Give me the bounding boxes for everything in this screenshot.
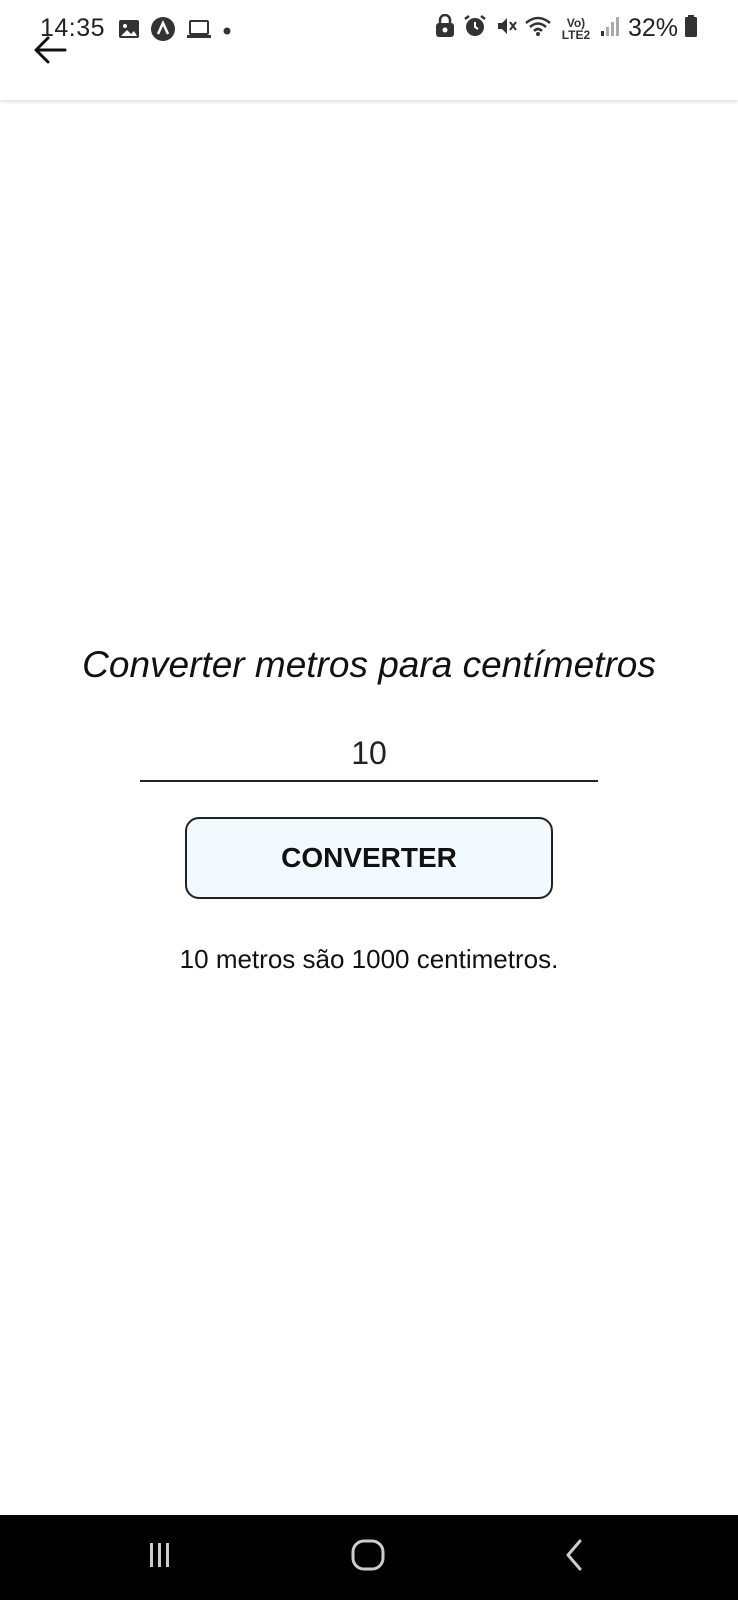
home-icon — [350, 1538, 386, 1577]
battery-percentage: 32% — [627, 14, 678, 42]
home-button[interactable] — [308, 1515, 428, 1600]
recents-icon — [145, 1540, 175, 1575]
signal-icon — [600, 15, 622, 42]
app-a-icon — [150, 16, 176, 47]
status-notification-icons — [118, 16, 232, 47]
network-label: Vo) LTE2 — [561, 15, 591, 42]
back-icon — [563, 1538, 585, 1577]
recents-button[interactable] — [100, 1515, 220, 1600]
mute-icon — [494, 14, 518, 43]
laptop-icon — [186, 18, 212, 45]
back-button[interactable] — [30, 32, 70, 72]
nav-back-button[interactable] — [514, 1515, 634, 1600]
arrow-back-icon — [33, 35, 67, 70]
status-system-icons: Vo) LTE2 32% — [434, 13, 698, 43]
result-text: 10 metros são 1000 centimetros. — [179, 944, 559, 974]
wifi-icon — [524, 15, 552, 42]
battery-icon — [684, 14, 698, 43]
convert-button[interactable]: CONVERTER — [185, 817, 553, 899]
gallery-icon — [118, 18, 140, 45]
meters-input-container — [140, 726, 598, 782]
system-nav-bar — [0, 1515, 738, 1600]
alarm-icon — [462, 14, 488, 43]
top-bar: 14:35 Vo) LTE2 32% — [0, 0, 738, 100]
page-title: Converter metros para centímetros — [82, 644, 656, 685]
dot-icon — [222, 23, 232, 41]
lock-icon — [434, 13, 456, 43]
meters-input[interactable] — [140, 726, 598, 780]
